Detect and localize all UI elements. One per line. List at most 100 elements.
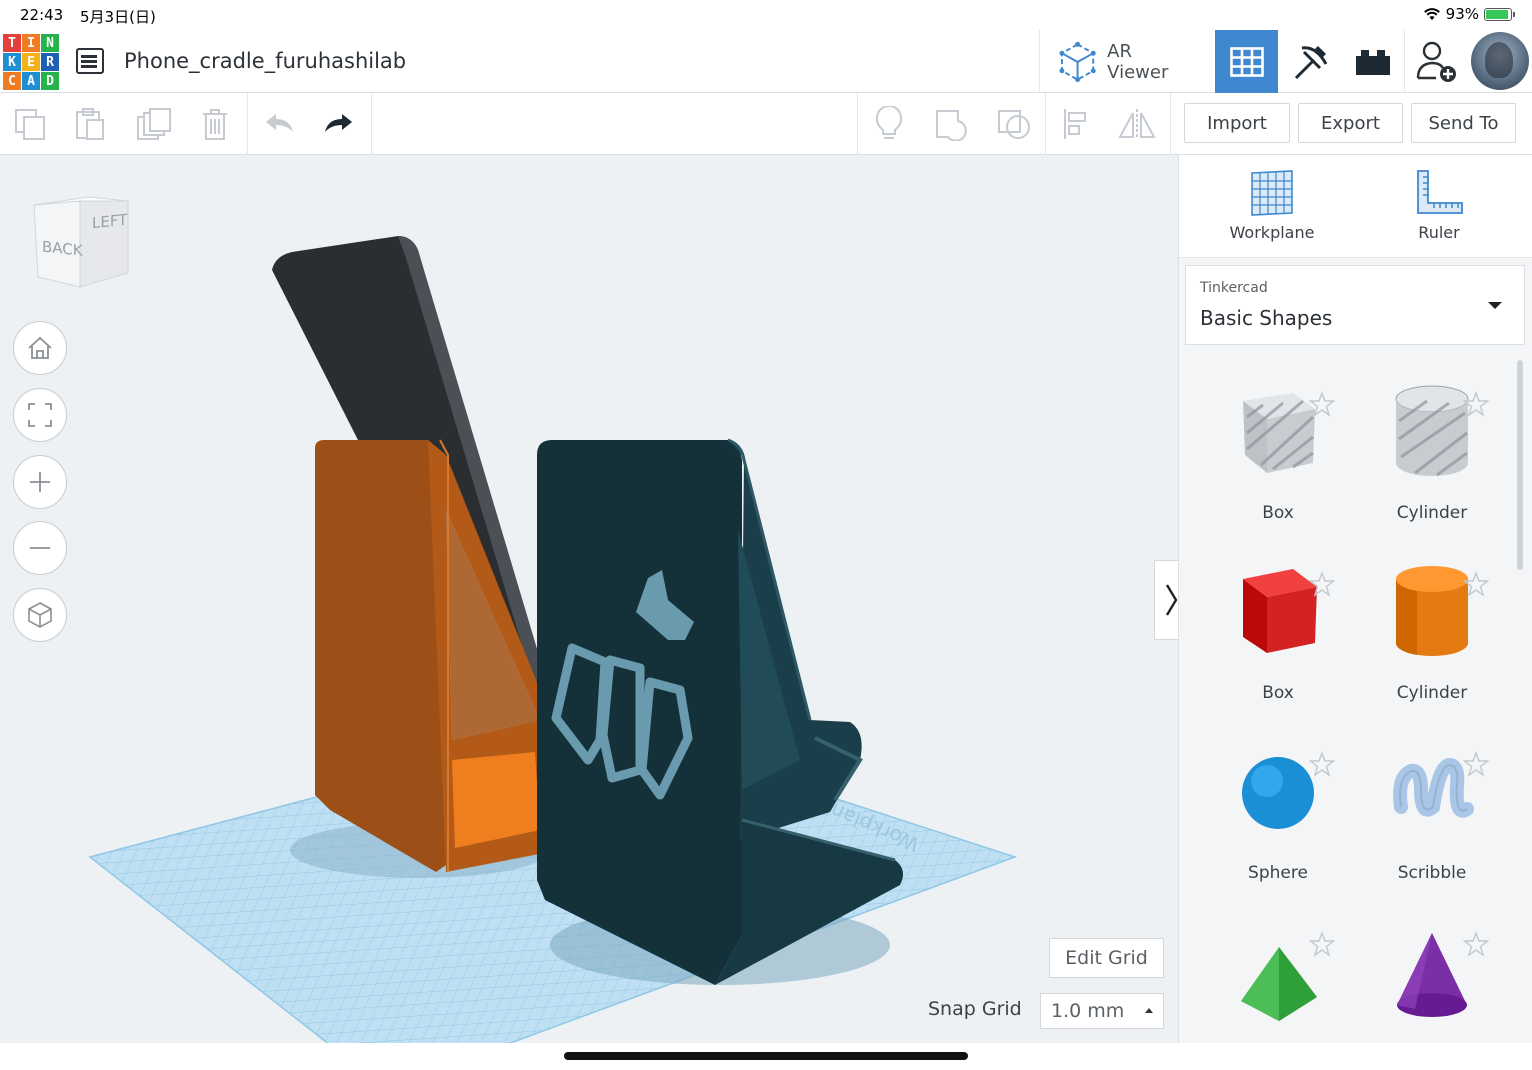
add-collaborator-button[interactable] bbox=[1405, 30, 1468, 93]
shape-tile-cylinder[interactable]: Cylinder bbox=[1355, 535, 1509, 705]
workplane-tool[interactable]: Workplane bbox=[1212, 169, 1332, 242]
home-icon bbox=[28, 336, 52, 359]
ruler-label: Ruler bbox=[1418, 223, 1460, 242]
pickaxe-icon bbox=[1294, 45, 1327, 79]
project-title[interactable]: Phone_cradle_furuhashilab bbox=[124, 49, 406, 73]
shape-label: Box bbox=[1262, 503, 1294, 523]
ruler-tool[interactable]: Ruler bbox=[1379, 169, 1499, 242]
duplicate-button[interactable] bbox=[124, 93, 184, 155]
grid-icon bbox=[1229, 46, 1264, 77]
zoom-out-button[interactable] bbox=[13, 521, 67, 575]
snap-grid-select[interactable]: 1.0 mm bbox=[1040, 993, 1164, 1029]
orange-cradle[interactable] bbox=[315, 439, 560, 872]
brick-icon bbox=[1355, 49, 1390, 75]
home-indicator[interactable] bbox=[564, 1052, 968, 1060]
view-cube-left[interactable]: LEFT bbox=[92, 211, 128, 233]
cube-outline-icon bbox=[28, 602, 52, 628]
panel-tools: Workplane Ruler bbox=[1179, 155, 1532, 258]
copy-icon bbox=[15, 109, 45, 140]
caret-up-icon bbox=[1145, 1008, 1153, 1013]
shape-tile-sphere[interactable]: Sphere bbox=[1201, 715, 1355, 885]
favorite-star-icon[interactable] bbox=[1309, 751, 1335, 777]
shape-tile-cone[interactable] bbox=[1355, 895, 1509, 1065]
ungroup-button[interactable] bbox=[984, 93, 1044, 155]
panel-scrollbar[interactable] bbox=[1517, 360, 1523, 570]
zoom-in-button[interactable] bbox=[13, 455, 67, 509]
perspective-toggle-button[interactable] bbox=[13, 588, 67, 642]
shape-label: Sphere bbox=[1248, 863, 1308, 883]
ruler-icon bbox=[1417, 170, 1463, 214]
header-right-tools: AR Viewer bbox=[1039, 30, 1532, 93]
shape-grid: Box Cylinder Box Cylinder Sphere Scribble bbox=[1179, 355, 1519, 1043]
mirror-button[interactable] bbox=[1107, 93, 1167, 155]
caret-down-icon bbox=[1488, 302, 1502, 309]
edit-grid-button[interactable]: Edit Grid bbox=[1049, 938, 1164, 978]
redo-icon bbox=[325, 114, 352, 132]
align-icon bbox=[1064, 109, 1086, 139]
shape-library-select[interactable]: Tinkercad Basic Shapes bbox=[1185, 265, 1525, 345]
shape-label: Scribble bbox=[1397, 863, 1467, 883]
user-avatar[interactable] bbox=[1471, 32, 1529, 90]
collapse-panel-button[interactable] bbox=[1154, 560, 1178, 640]
plus-icon bbox=[30, 472, 50, 492]
favorite-star-icon[interactable] bbox=[1463, 931, 1489, 957]
ungroup-icon bbox=[998, 110, 1030, 139]
logo-letter: I bbox=[22, 34, 40, 52]
favorite-star-icon[interactable] bbox=[1463, 391, 1489, 417]
logo-letter: C bbox=[3, 72, 21, 90]
shape-tile-box[interactable]: Box bbox=[1201, 535, 1355, 705]
workplane-label: Workplane bbox=[1229, 223, 1315, 242]
group-button[interactable] bbox=[922, 93, 982, 155]
shape-tile-cylinder-hole[interactable]: Cylinder bbox=[1355, 355, 1509, 525]
group-icon bbox=[936, 110, 967, 141]
favorite-star-icon[interactable] bbox=[1309, 391, 1335, 417]
chevron-right-icon bbox=[1165, 584, 1177, 616]
edit-toolbar: Import Export Send To bbox=[0, 93, 1532, 155]
undo-button[interactable] bbox=[249, 93, 309, 155]
favorite-star-icon[interactable] bbox=[1463, 571, 1489, 597]
paste-button[interactable] bbox=[60, 93, 120, 155]
battery-icon bbox=[1484, 7, 1515, 21]
send-to-button[interactable]: Send To bbox=[1411, 103, 1516, 143]
logo-letter: K bbox=[3, 53, 21, 71]
export-button[interactable]: Export bbox=[1298, 103, 1403, 143]
shape-tile-scribble[interactable]: Scribble bbox=[1355, 715, 1509, 885]
logo-letter: E bbox=[22, 53, 40, 71]
shape-tile-roof[interactable] bbox=[1201, 895, 1355, 1065]
favorite-star-icon[interactable] bbox=[1309, 931, 1335, 957]
add-user-icon bbox=[1416, 41, 1456, 82]
shape-label: Cylinder bbox=[1396, 503, 1468, 523]
home-view-button[interactable] bbox=[13, 321, 67, 375]
library-value: Basic Shapes bbox=[1200, 306, 1333, 330]
divider bbox=[857, 93, 858, 155]
design-list-icon[interactable] bbox=[76, 48, 104, 74]
status-bar: 22:43 5月3日(日) 93% bbox=[0, 0, 1532, 30]
teal-cradle[interactable] bbox=[537, 438, 904, 985]
import-button[interactable]: Import bbox=[1184, 103, 1290, 143]
tinkercad-logo[interactable]: TIN KER CAD bbox=[3, 34, 59, 90]
snap-grid-label: Snap Grid bbox=[928, 998, 1022, 1020]
ar-cube-icon bbox=[1059, 41, 1096, 82]
logo-letter: N bbox=[41, 34, 59, 52]
bricks-view-button[interactable] bbox=[1341, 30, 1404, 93]
3d-viewport[interactable]: Workplane BACK LEFT Edit Grid Snap Grid … bbox=[0, 155, 1178, 1043]
view-cube[interactable]: BACK LEFT bbox=[28, 195, 138, 295]
blocks-view-button[interactable] bbox=[1278, 30, 1341, 93]
delete-button[interactable] bbox=[185, 93, 245, 155]
library-category: Tinkercad bbox=[1200, 280, 1268, 296]
notes-button[interactable] bbox=[859, 93, 919, 155]
wifi-icon bbox=[1423, 8, 1440, 20]
shape-tile-box-hole[interactable]: Box bbox=[1201, 355, 1355, 525]
favorite-star-icon[interactable] bbox=[1309, 571, 1335, 597]
fit-view-button[interactable] bbox=[13, 388, 67, 442]
align-button[interactable] bbox=[1046, 93, 1106, 155]
ar-viewer-button[interactable]: AR Viewer bbox=[1040, 30, 1215, 93]
shapes-panel: Workplane Ruler Tinkercad Basic Shapes B… bbox=[1178, 155, 1532, 1043]
3d-scene[interactable]: Workplane bbox=[0, 155, 1178, 1043]
3d-design-view-button[interactable] bbox=[1215, 30, 1278, 93]
shape-label: Cylinder bbox=[1396, 683, 1468, 703]
redo-button[interactable] bbox=[309, 93, 369, 155]
copy-button[interactable] bbox=[0, 93, 60, 155]
battery-percent: 93% bbox=[1445, 5, 1479, 23]
favorite-star-icon[interactable] bbox=[1463, 751, 1489, 777]
